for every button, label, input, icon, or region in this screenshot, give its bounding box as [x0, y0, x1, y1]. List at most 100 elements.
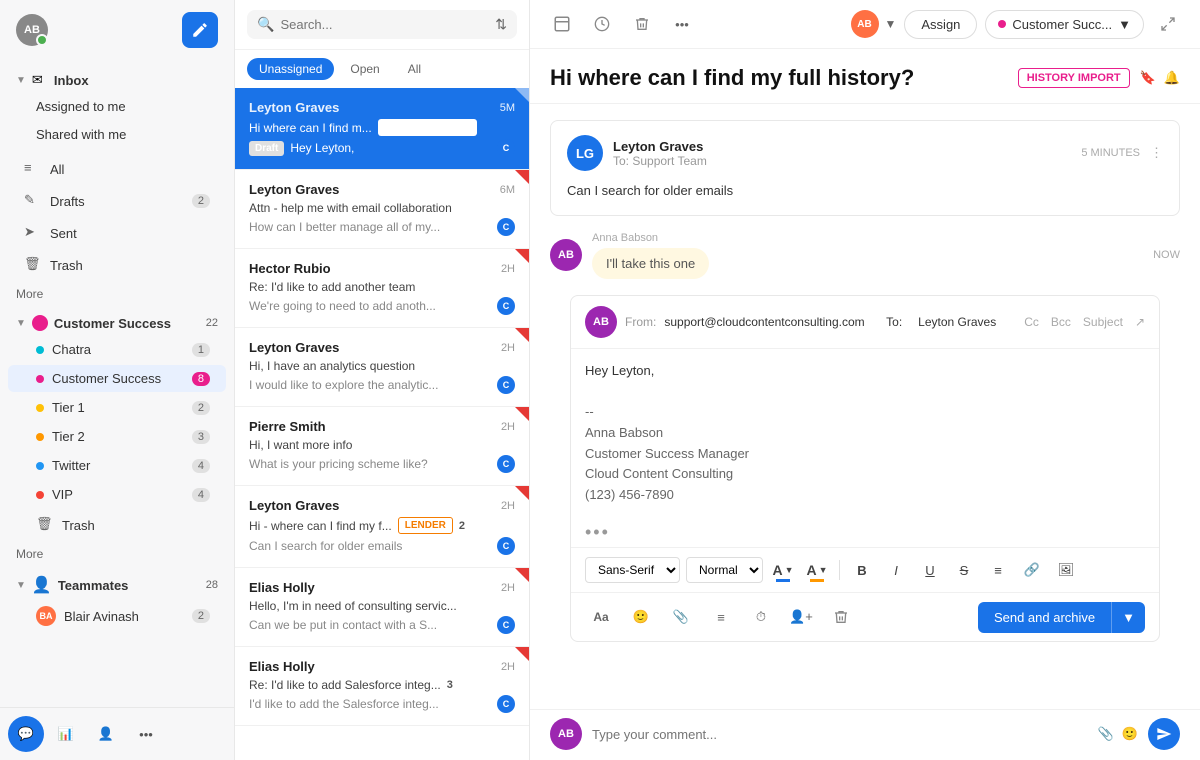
tab-unassigned[interactable]: Unassigned: [247, 58, 334, 80]
attachment-icon[interactable]: 📎: [665, 601, 697, 633]
chart-bottom-icon[interactable]: 📊: [48, 716, 84, 752]
comment-row: AB 📎 🙂: [530, 709, 1200, 760]
comment-input[interactable]: [592, 727, 1088, 742]
delete-reply-icon[interactable]: [825, 601, 857, 633]
conv-item[interactable]: Leyton Graves 6M Attn - help me with ema…: [235, 170, 529, 249]
sidebar-item-customer-success[interactable]: Customer Success 8: [8, 365, 226, 392]
image-btn[interactable]: 🖼: [1052, 556, 1080, 584]
twitter-count: 4: [192, 459, 210, 473]
sidebar-more-cs[interactable]: More: [0, 541, 234, 567]
compose-button[interactable]: [182, 12, 218, 48]
conv-name: Leyton Graves: [249, 100, 339, 115]
strikethrough-btn[interactable]: S: [950, 556, 978, 584]
conv-name: Leyton Graves: [249, 182, 339, 197]
search-input[interactable]: [280, 17, 489, 32]
all-label: All: [50, 162, 210, 177]
list-btn[interactable]: ≡: [984, 556, 1012, 584]
unread-indicator: [515, 647, 529, 661]
italic-btn[interactable]: I: [882, 556, 910, 584]
conv-item[interactable]: Hector Rubio 2H Re: I'd like to add anot…: [235, 249, 529, 328]
conv-item[interactable]: Leyton Graves 5M Hi where can I find m..…: [235, 88, 529, 170]
sidebar-item-twitter[interactable]: Twitter 4: [8, 452, 226, 479]
sidebar-item-blair[interactable]: BA Blair Avinash 2: [8, 600, 226, 632]
add-agent-icon[interactable]: 👤+: [785, 601, 817, 633]
conv-preview: I would like to explore the analytic... …: [249, 376, 515, 394]
assigned-label: Assigned to me: [36, 99, 210, 114]
sidebar-item-shared[interactable]: Shared with me: [8, 121, 226, 148]
inbox-header[interactable]: ▼ ✉ Inbox: [0, 64, 234, 92]
conv-title: Hi where can I find my full history?: [550, 65, 1008, 91]
sidebar-item-sent[interactable]: ➤ Sent: [8, 218, 226, 248]
external-link-icon[interactable]: ↗: [1135, 315, 1145, 329]
teammates-header[interactable]: ▼ 👤 Teammates 28: [0, 567, 234, 599]
font-select[interactable]: Sans-Serif: [585, 557, 680, 583]
team-chevron-icon: ▼: [1118, 17, 1131, 32]
conv-avatar: C: [497, 376, 515, 394]
more-toolbar-icon[interactable]: •••: [666, 8, 698, 40]
conv-preview: What is your pricing scheme like? C: [249, 455, 515, 473]
sidebar-item-drafts[interactable]: ✎ Drafts 2: [8, 186, 226, 216]
bold-btn[interactable]: B: [848, 556, 876, 584]
sidebar-item-tier1[interactable]: Tier 1 2: [8, 394, 226, 421]
cs-count: 22: [206, 317, 218, 329]
sort-icon[interactable]: ⇅: [495, 16, 507, 33]
chevron-down-icon[interactable]: ▼: [885, 17, 897, 31]
user-avatar[interactable]: AB: [16, 14, 48, 46]
font-color-label: A: [772, 562, 782, 578]
cs-sub-dot: [36, 375, 44, 383]
conv-item[interactable]: Pierre Smith 2H Hi, I want more info Wha…: [235, 407, 529, 486]
link-btn[interactable]: 🔗: [1018, 556, 1046, 584]
send-archive-dropdown-icon[interactable]: ▼: [1111, 602, 1145, 633]
bell-icon[interactable]: 🔔: [1164, 70, 1180, 86]
sidebar-item-trash[interactable]: 🗑 Trash: [8, 250, 226, 280]
sidebar-more-inbox[interactable]: More: [0, 281, 234, 307]
template-icon[interactable]: ≡: [705, 601, 737, 633]
sidebar-item-chatra[interactable]: Chatra 1: [8, 336, 226, 363]
bg-color-btn[interactable]: A ▼: [803, 556, 831, 584]
conv-item[interactable]: Elias Holly 2H Hello, I'm in need of con…: [235, 568, 529, 647]
cc-btn[interactable]: Cc: [1024, 315, 1039, 329]
clock-toolbar-icon[interactable]: [586, 8, 618, 40]
msg-more-icon[interactable]: ⋮: [1150, 145, 1163, 161]
comment-emoji-icon[interactable]: 🙂: [1122, 726, 1138, 742]
emoji-icon[interactable]: 🙂: [625, 601, 657, 633]
unread-indicator: [515, 249, 529, 263]
sidebar-item-vip[interactable]: VIP 4: [8, 481, 226, 508]
chat-bottom-icon[interactable]: 💬: [8, 716, 44, 752]
reply-more-icon[interactable]: •••: [571, 518, 1159, 547]
conv-name: Leyton Graves: [249, 340, 339, 355]
size-select[interactable]: Normal: [686, 557, 763, 583]
sidebar-item-cs-trash[interactable]: 🗑 Trash: [8, 510, 226, 540]
compose-toolbar-icon[interactable]: [546, 8, 578, 40]
sidebar-item-tier2[interactable]: Tier 2 3: [8, 423, 226, 450]
timer-icon[interactable]: ⏱: [745, 601, 777, 633]
more-bottom-icon[interactable]: •••: [128, 716, 164, 752]
conv-item[interactable]: Leyton Graves 2H Hi, I have an analytics…: [235, 328, 529, 407]
assign-button[interactable]: Assign: [904, 10, 977, 39]
cs-section-header[interactable]: ▼ Customer Success 22: [0, 307, 234, 335]
font-size-icon[interactable]: Aa: [585, 601, 617, 633]
note-time: NOW: [1153, 249, 1180, 261]
sidebar-item-assigned[interactable]: Assigned to me: [8, 93, 226, 120]
bcc-btn[interactable]: Bcc: [1051, 315, 1071, 329]
tab-open[interactable]: Open: [338, 58, 391, 80]
conv-subject-text: Hi, I want more info: [249, 438, 352, 452]
bookmark-icon[interactable]: 🔖: [1140, 70, 1156, 86]
send-archive-button[interactable]: Send and archive ▼: [978, 602, 1145, 633]
expand-toolbar-icon[interactable]: [1152, 8, 1184, 40]
tab-all[interactable]: All: [396, 58, 433, 80]
underline-btn[interactable]: U: [916, 556, 944, 584]
conv-item[interactable]: Leyton Graves 2H Hi - where can I find m…: [235, 486, 529, 568]
conv-item[interactable]: Elias Holly 2H Re: I'd like to add Sales…: [235, 647, 529, 726]
comment-attachment-icon[interactable]: 📎: [1098, 726, 1114, 742]
contact-bottom-icon[interactable]: 👤: [88, 716, 124, 752]
team-button[interactable]: Customer Succ... ▼: [985, 10, 1144, 39]
font-color-btn[interactable]: A ▼: [769, 556, 797, 584]
comment-send-button[interactable]: [1148, 718, 1180, 750]
subject-btn[interactable]: Subject: [1083, 315, 1123, 329]
conv-time: 6M: [500, 184, 515, 196]
delete-toolbar-icon[interactable]: [626, 8, 658, 40]
reply-body[interactable]: Hey Leyton, -- Anna Babson Customer Succ…: [571, 349, 1159, 519]
conv-subject-text: Re: I'd like to add another team: [249, 280, 415, 294]
sidebar-item-all[interactable]: ≡ All: [8, 154, 226, 184]
